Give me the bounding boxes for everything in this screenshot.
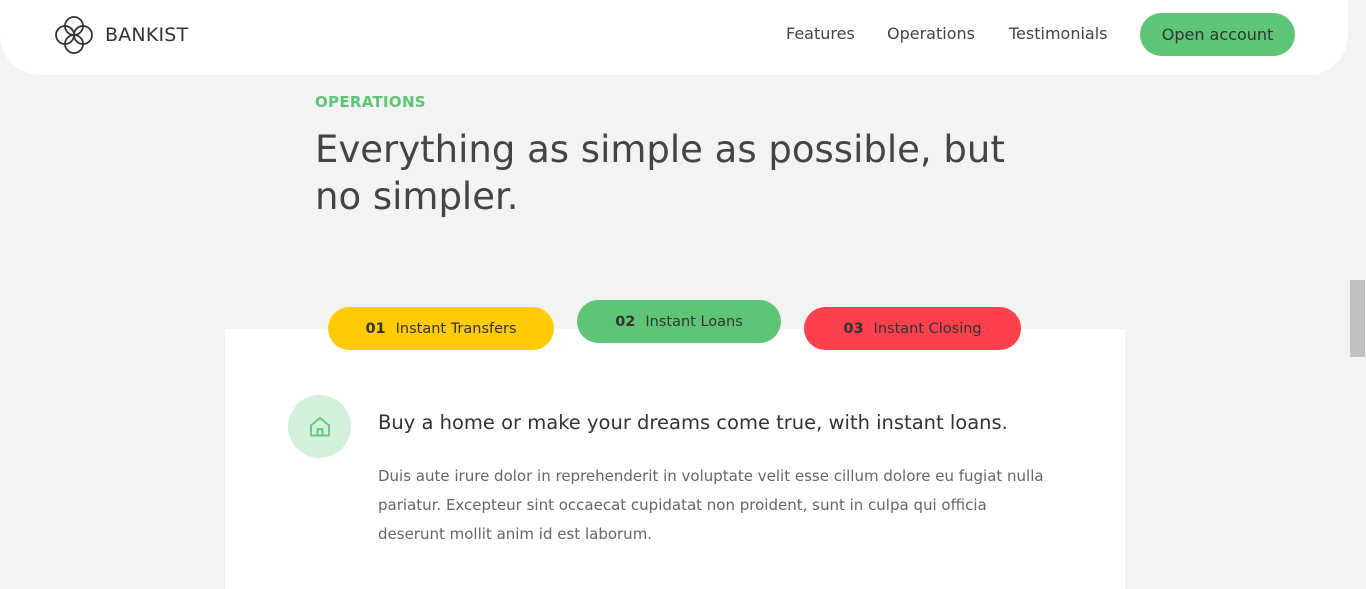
page-scrollbar-thumb[interactable]: [1350, 280, 1365, 357]
section-title: Everything as simple as possible, but no…: [315, 128, 1005, 218]
nav-link-testimonials[interactable]: Testimonials: [1009, 24, 1108, 43]
tab-instant-transfers[interactable]: 01 Instant Transfers: [328, 307, 554, 350]
tab-instant-loans[interactable]: 02 Instant Loans: [577, 300, 781, 343]
tab-number: 01: [365, 320, 386, 337]
top-navigation: BANKIST Features Operations Testimonials…: [0, 0, 1348, 75]
open-account-button[interactable]: Open account: [1140, 13, 1295, 56]
home-icon: [309, 416, 330, 436]
tab-number: 02: [615, 313, 636, 330]
content-title: Buy a home or make your dreams come true…: [378, 411, 1008, 434]
tab-label: Instant Loans: [645, 313, 743, 330]
tab-number: 03: [843, 320, 864, 337]
operations-panel: [225, 329, 1125, 589]
tab-label: Instant Closing: [873, 320, 982, 337]
tab-label: Instant Transfers: [395, 320, 517, 337]
content-text: Duis aute irure dolor in reprehenderit i…: [378, 467, 1044, 543]
nav-link-features[interactable]: Features: [786, 24, 855, 43]
tab-instant-closing[interactable]: 03 Instant Closing: [804, 307, 1021, 350]
nav-link-operations[interactable]: Operations: [887, 24, 975, 43]
home-icon-badge: [288, 395, 351, 458]
section-tag: OPERATIONS: [315, 93, 426, 111]
